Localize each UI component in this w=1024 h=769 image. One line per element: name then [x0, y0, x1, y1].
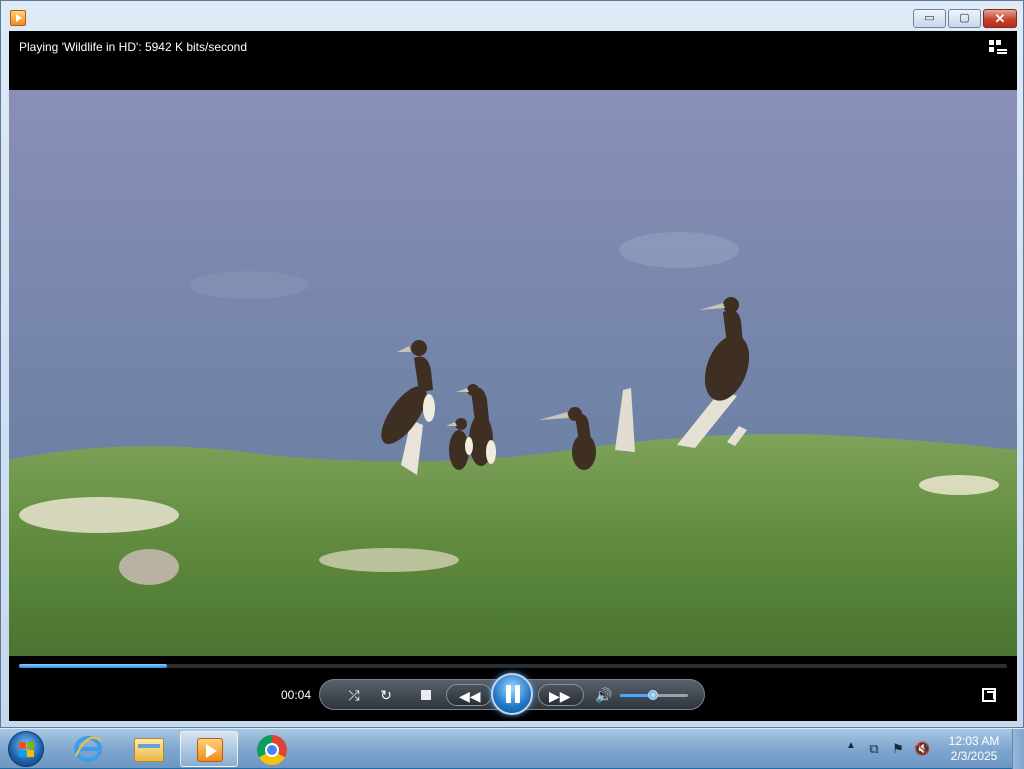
previous-button[interactable]: ◀◀ [446, 684, 492, 706]
volume-knob[interactable] [647, 690, 658, 700]
volume-slider[interactable] [620, 690, 688, 700]
pause-button[interactable] [491, 673, 533, 715]
shuffle-icon[interactable]: ⤮ [344, 685, 364, 705]
media-player-window: ▭ ▢ ✕ Playing 'Wildlife in HD': 5942 K b… [0, 0, 1024, 728]
show-hidden-icons-icon[interactable]: ▲ [846, 740, 856, 751]
title-bar[interactable]: ▭ ▢ ✕ [1, 1, 1023, 31]
taskbar: ▲ ⧉ ⚑ 🔇 12:03 AM 2/3/2025 [0, 728, 1024, 769]
seek-progress [19, 664, 168, 668]
window-controls: ▭ ▢ ✕ [911, 9, 1017, 28]
media-player-icon[interactable] [10, 10, 26, 26]
volume-muted-icon[interactable]: 🔇 [914, 741, 930, 757]
show-desktop-button[interactable] [1012, 729, 1024, 769]
taskbar-file-explorer[interactable] [118, 731, 176, 767]
action-center-flag-icon[interactable]: ⚑ [890, 741, 906, 757]
switch-to-library-icon[interactable] [989, 40, 1007, 54]
rewind-icon: ◀◀ [459, 688, 481, 704]
clock-date: 2/3/2025 [950, 749, 998, 763]
internet-explorer-icon [74, 736, 102, 762]
network-icon[interactable]: ⧉ [866, 741, 882, 757]
clock-time: 12:03 AM [948, 734, 1000, 748]
wildlife-video-image [9, 90, 1017, 656]
taskbar-chrome[interactable] [242, 731, 300, 767]
full-screen-icon[interactable] [982, 688, 996, 702]
media-player-icon [197, 738, 223, 762]
stop-button[interactable] [416, 685, 436, 705]
video-frame[interactable] [9, 90, 1017, 656]
elapsed-time: 00:04 [281, 688, 312, 702]
minimize-button[interactable]: ▭ [913, 9, 946, 28]
taskbar-media-player[interactable] [180, 731, 238, 767]
file-explorer-icon [134, 738, 164, 762]
taskbar-internet-explorer[interactable] [58, 731, 116, 767]
system-clock[interactable]: 12:03 AM 2/3/2025 [940, 734, 1008, 764]
seek-bar[interactable] [19, 664, 1007, 668]
chrome-icon [257, 735, 287, 765]
volume-icon[interactable]: 🔊 [594, 685, 614, 705]
maximize-button[interactable]: ▢ [948, 9, 981, 28]
stop-icon [421, 690, 431, 700]
fast-forward-icon: ▶▶ [549, 688, 571, 704]
start-button[interactable] [8, 731, 44, 767]
repeat-icon[interactable]: ↻ [376, 685, 396, 705]
windows-logo-icon [19, 742, 35, 758]
pause-icon [506, 685, 520, 703]
next-button[interactable]: ▶▶ [538, 684, 584, 706]
close-button[interactable]: ✕ [983, 9, 1017, 28]
now-playing-status: Playing 'Wildlife in HD': 5942 K bits/se… [19, 40, 248, 54]
player-area: Playing 'Wildlife in HD': 5942 K bits/se… [9, 31, 1017, 721]
